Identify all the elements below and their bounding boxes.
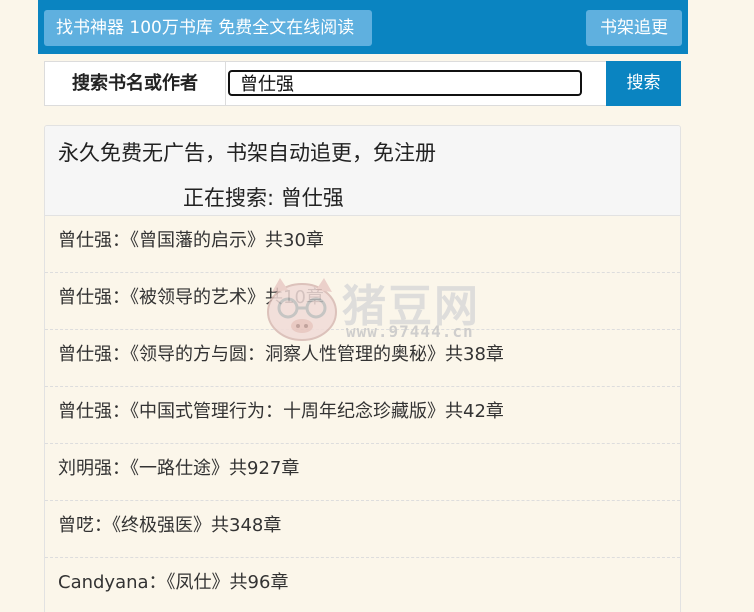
result-item[interactable]: 曾仕强：《领导的方与圆：洞察人性管理的奥秘》共38章 <box>45 330 680 387</box>
result-list: 曾仕强：《曾国藩的启示》共30章 曾仕强：《被领导的艺术》共10章 曾仕强：《领… <box>45 216 680 612</box>
panel-header: 永久免费无广告，书架自动追更，免注册 正在搜索: 曾仕强 <box>45 126 680 216</box>
page: 找书神器 100万书库 免费全文在线阅读 书架追更 搜索书名或作者 搜索 永久免… <box>0 0 754 612</box>
bookshelf-button[interactable]: 书架追更 <box>586 10 682 46</box>
search-bar: 搜索书名或作者 搜索 <box>44 61 681 106</box>
search-results-panel: 永久免费无广告，书架自动追更，免注册 正在搜索: 曾仕强 曾仕强：《曾国藩的启示… <box>44 125 681 612</box>
result-item[interactable]: 刘明强：《一路仕途》共927章 <box>45 444 680 501</box>
search-label: 搜索书名或作者 <box>44 61 226 106</box>
search-input[interactable] <box>228 70 582 96</box>
search-button[interactable]: 搜索 <box>606 61 681 106</box>
site-home-button[interactable]: 找书神器 100万书库 免费全文在线阅读 <box>44 10 372 46</box>
result-item[interactable]: Candyana：《凤仕》共96章 <box>45 558 680 612</box>
searching-status: 正在搜索: 曾仕强 <box>183 186 344 210</box>
result-item[interactable]: 曾仕强：《曾国藩的启示》共30章 <box>45 216 680 273</box>
panel-title: 永久免费无广告，书架自动追更，免注册 <box>58 141 436 165</box>
search-input-container <box>226 61 606 106</box>
result-item[interactable]: 曾仕强：《被领导的艺术》共10章 <box>45 273 680 330</box>
result-item[interactable]: 曾呓：《终极强医》共348章 <box>45 501 680 558</box>
top-bar: 找书神器 100万书库 免费全文在线阅读 书架追更 <box>38 0 688 54</box>
result-item[interactable]: 曾仕强：《中国式管理行为：十周年纪念珍藏版》共42章 <box>45 387 680 444</box>
